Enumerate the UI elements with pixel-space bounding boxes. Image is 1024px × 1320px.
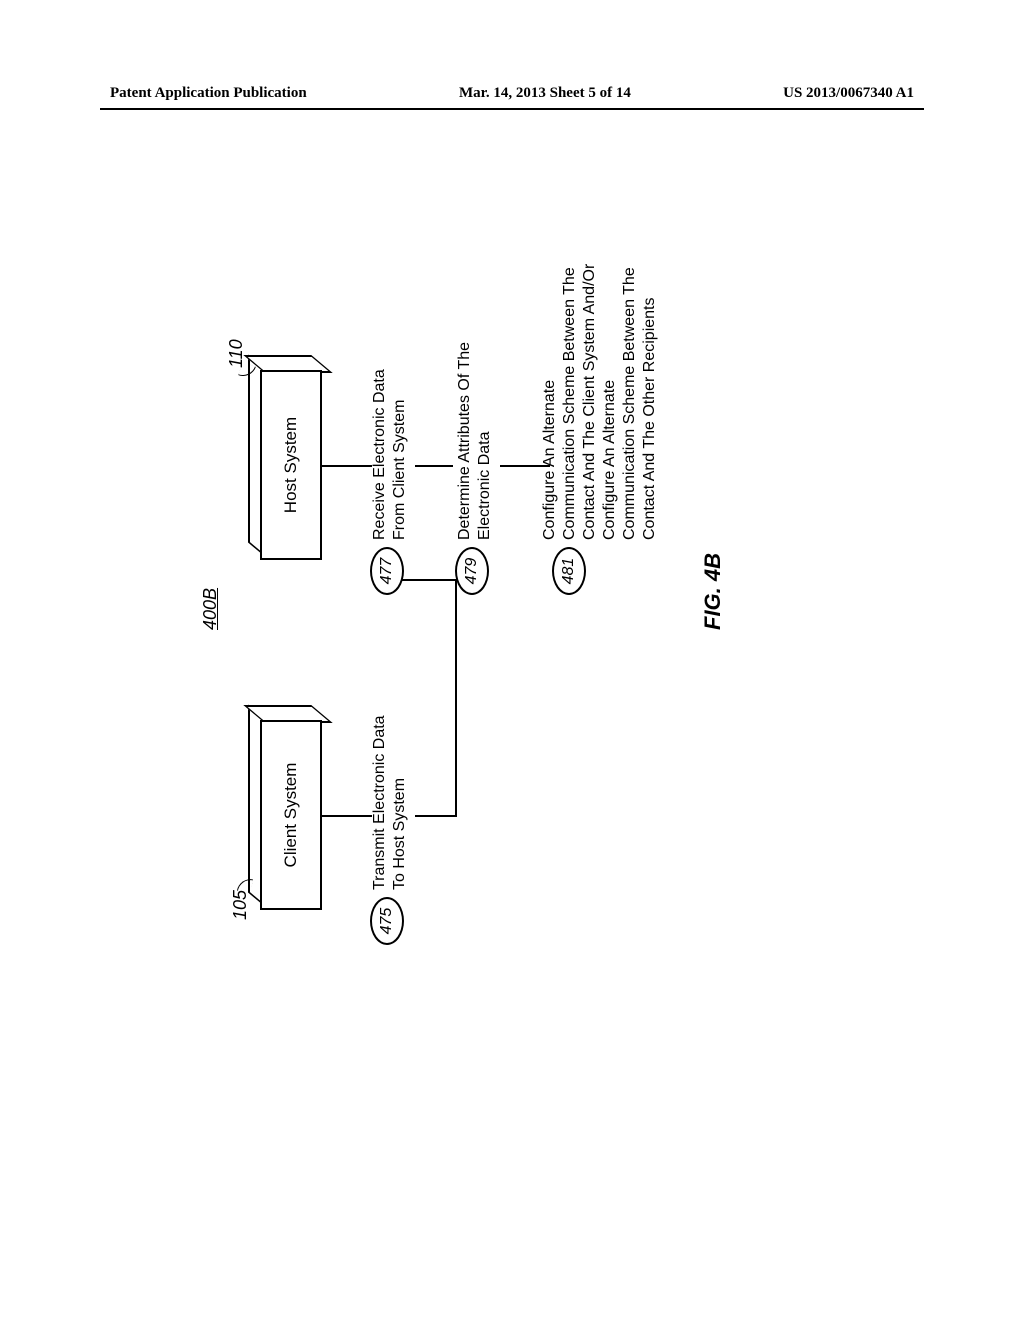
step-text-477: Receive Electronic Data From Client Syst… (370, 369, 410, 540)
connector-line (415, 465, 453, 467)
page-header: Patent Application Publication Mar. 14, … (0, 85, 1024, 102)
connector-line (455, 579, 457, 817)
step-text-475: Transmit Electronic Data To Host System (370, 715, 410, 890)
client-system-box: Client System (260, 720, 330, 910)
step-bubble-475: 475 (370, 897, 404, 945)
step-bubble-481: 481 (552, 547, 586, 595)
header-center: Mar. 14, 2013 Sheet 5 of 14 (459, 85, 631, 102)
step-text-481: Configure An Alternate Communication Sch… (540, 240, 660, 540)
connector-line (415, 815, 455, 817)
step-text-479: Determine Attributes Of The Electronic D… (455, 342, 495, 540)
figure-caption: FIG. 4B (700, 553, 726, 630)
step-number: 477 (378, 558, 396, 585)
client-system-callout: 105 (230, 890, 251, 920)
step-number: 475 (378, 908, 396, 935)
step-number: 481 (560, 558, 578, 585)
lead-line-icon (237, 877, 253, 893)
host-system-box: Host System (260, 370, 330, 560)
step-number: 479 (463, 558, 481, 585)
client-system-label: Client System (281, 763, 301, 868)
connector-line (322, 465, 372, 467)
header-right: US 2013/0067340 A1 (783, 85, 914, 102)
connector-line (322, 815, 372, 817)
diagram-400b: 400B Client System 105 Host System 110 4… (230, 230, 790, 930)
figure-reference-label: 400B (200, 588, 221, 630)
header-rule (100, 108, 924, 110)
step-bubble-477: 477 (370, 547, 404, 595)
step-bubble-479: 479 (455, 547, 489, 595)
header-left: Patent Application Publication (110, 85, 307, 102)
host-system-label: Host System (281, 417, 301, 513)
